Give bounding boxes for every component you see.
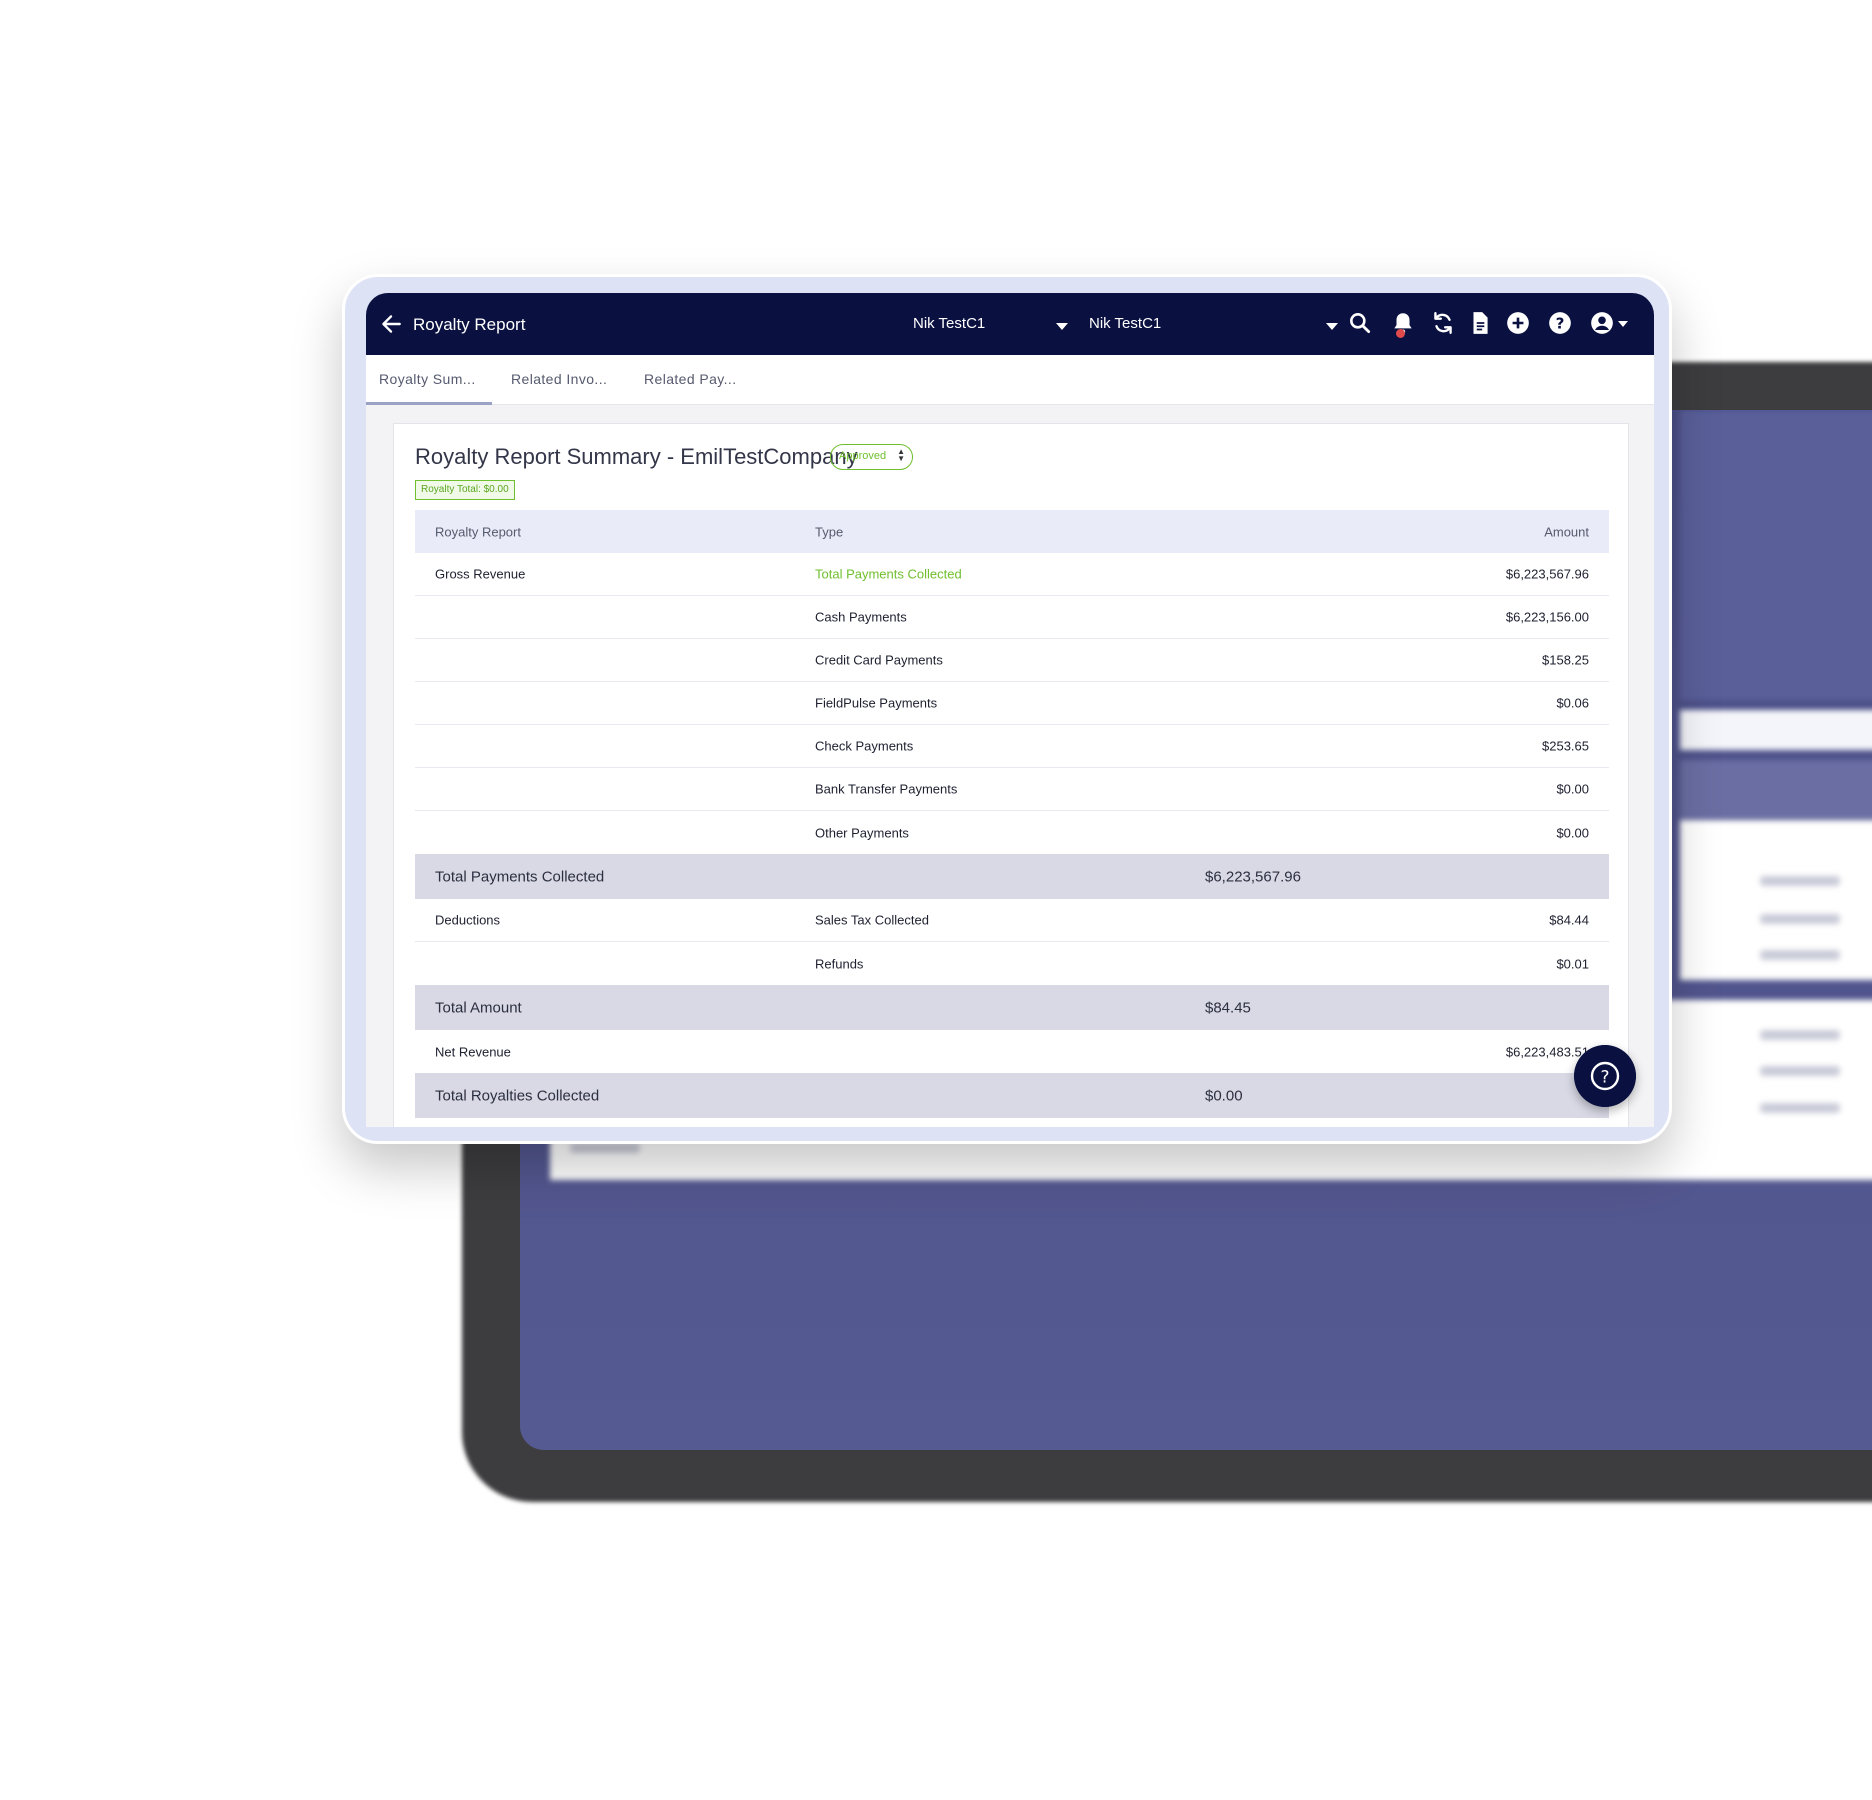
status-label: Approved	[839, 450, 887, 462]
total-amount-row: Total Amount $84.45	[415, 985, 1609, 1030]
table-row: Gross Revenue Total Payments Collected $…	[415, 553, 1609, 596]
table-row: Other Payments $0.00	[415, 811, 1609, 854]
total-value: $84.45	[1205, 999, 1251, 1016]
table-row: FieldPulse Payments $0.06	[415, 682, 1609, 725]
background-panel	[1680, 760, 1872, 820]
row-type: FieldPulse Payments	[815, 695, 938, 711]
app-title: Royalty Report	[413, 315, 526, 334]
app-screen: Royalty Report Nik TestC1 Nik TestC1 ? R…	[366, 293, 1654, 1127]
table-row: Cash Payments $6,223,156.00	[415, 596, 1609, 639]
row-amount: $0.00	[1556, 781, 1589, 797]
row-label: Gross Revenue	[435, 566, 526, 582]
row-label: Deductions	[435, 912, 501, 928]
back-arrow-icon[interactable]	[378, 311, 404, 337]
svg-text:?: ?	[1556, 314, 1565, 332]
row-amount: $0.01	[1556, 956, 1589, 971]
company-select-right[interactable]: Nik TestC1	[1089, 315, 1161, 332]
tab-related-payments[interactable]: Related Pay...	[644, 371, 737, 387]
column-header-type: Type	[815, 524, 844, 539]
total-value: $0.00	[1205, 1087, 1243, 1104]
row-type: Sales Tax Collected	[815, 912, 929, 928]
background-text	[570, 1143, 640, 1153]
help-icon[interactable]: ?	[1547, 310, 1573, 336]
row-type: Other Payments	[815, 825, 909, 840]
table-row: Credit Card Payments $158.25	[415, 639, 1609, 682]
sort-arrows-icon: ▲ ▼	[897, 447, 906, 463]
help-chat-icon[interactable]: ?	[1574, 1045, 1636, 1107]
total-value: $6,223,567.96	[1205, 868, 1301, 885]
row-amount: $253.65	[1542, 738, 1589, 754]
total-label: Total Payments Collected	[435, 868, 605, 885]
row-type: Cash Payments	[815, 609, 907, 625]
chevron-down-icon[interactable]	[1618, 321, 1628, 327]
background-panel	[1680, 410, 1872, 700]
company-select-left[interactable]: Nik TestC1	[913, 315, 985, 332]
background-text	[1760, 1030, 1840, 1040]
user-icon[interactable]	[1589, 310, 1615, 336]
row-amount: $6,223,483.51	[1505, 1044, 1589, 1059]
active-tab-indicator	[366, 402, 492, 405]
tab-related-invoices[interactable]: Related Invo...	[511, 371, 607, 387]
royalty-report-table: Royalty Report Type Amount Gross Revenue…	[415, 510, 1609, 1118]
total-label: Total Amount	[435, 999, 522, 1016]
top-navigation-bar: Royalty Report Nik TestC1 Nik TestC1 ?	[366, 293, 1654, 355]
row-amount: $0.06	[1556, 695, 1589, 711]
net-revenue-row: Net Revenue $6,223,483.51	[415, 1030, 1609, 1073]
table-row: Bank Transfer Payments $0.00	[415, 768, 1609, 811]
row-amount: $0.00	[1556, 825, 1589, 840]
total-label: Total Royalties Collected	[435, 1087, 600, 1104]
background-panel	[1680, 710, 1872, 750]
chevron-down-icon[interactable]	[1326, 323, 1338, 330]
page-title: Royalty Report Summary - EmilTestCompany	[415, 444, 858, 469]
row-label: Net Revenue	[435, 1044, 511, 1059]
table-header-row: Royalty Report Type Amount	[415, 510, 1609, 553]
search-icon[interactable]	[1347, 310, 1373, 336]
table-row: Check Payments $253.65	[415, 725, 1609, 768]
background-text	[1760, 876, 1840, 886]
row-type: Credit Card Payments	[815, 652, 943, 668]
column-header-amount: Amount	[1544, 524, 1589, 539]
tablet-frame: Royalty Report Nik TestC1 Nik TestC1 ? R…	[342, 274, 1672, 1144]
row-amount: $84.44	[1549, 912, 1589, 928]
row-type: Refunds	[815, 956, 864, 971]
sync-icon[interactable]	[1430, 310, 1456, 336]
row-type: Total Payments Collected	[815, 566, 962, 582]
royalty-total-badge: Royalty Total: $0.00	[415, 480, 515, 500]
row-amount: $158.25	[1542, 652, 1589, 668]
column-header-royalty-report: Royalty Report	[435, 524, 521, 539]
plus-circle-icon[interactable]	[1505, 310, 1531, 336]
background-text	[1760, 950, 1840, 960]
summary-card: Royalty Report Summary - EmilTestCompany…	[393, 423, 1629, 1127]
background-text	[1760, 1066, 1840, 1076]
chevron-down-icon[interactable]	[1056, 323, 1068, 330]
table-row: Refunds $0.01	[415, 942, 1609, 985]
status-select[interactable]: Approved ▲ ▼	[830, 444, 914, 470]
row-type: Check Payments	[815, 738, 914, 754]
total-payments-row: Total Payments Collected $6,223,567.96	[415, 854, 1609, 899]
tab-royalty-summary[interactable]: Royalty Sum...	[379, 371, 476, 387]
document-icon[interactable]	[1467, 310, 1493, 336]
row-type: Bank Transfer Payments	[815, 781, 958, 797]
notification-badge	[1396, 329, 1405, 338]
row-amount: $6,223,156.00	[1505, 609, 1589, 625]
total-royalties-row: Total Royalties Collected $0.00	[415, 1073, 1609, 1118]
background-text	[1760, 1103, 1840, 1113]
tab-bar: Royalty Sum... Related Invo... Related P…	[366, 355, 1654, 405]
svg-text:?: ?	[1600, 1068, 1609, 1088]
table-row: Deductions Sales Tax Collected $84.44	[415, 899, 1609, 942]
row-amount: $6,223,567.96	[1505, 566, 1589, 582]
background-text	[1760, 914, 1840, 924]
